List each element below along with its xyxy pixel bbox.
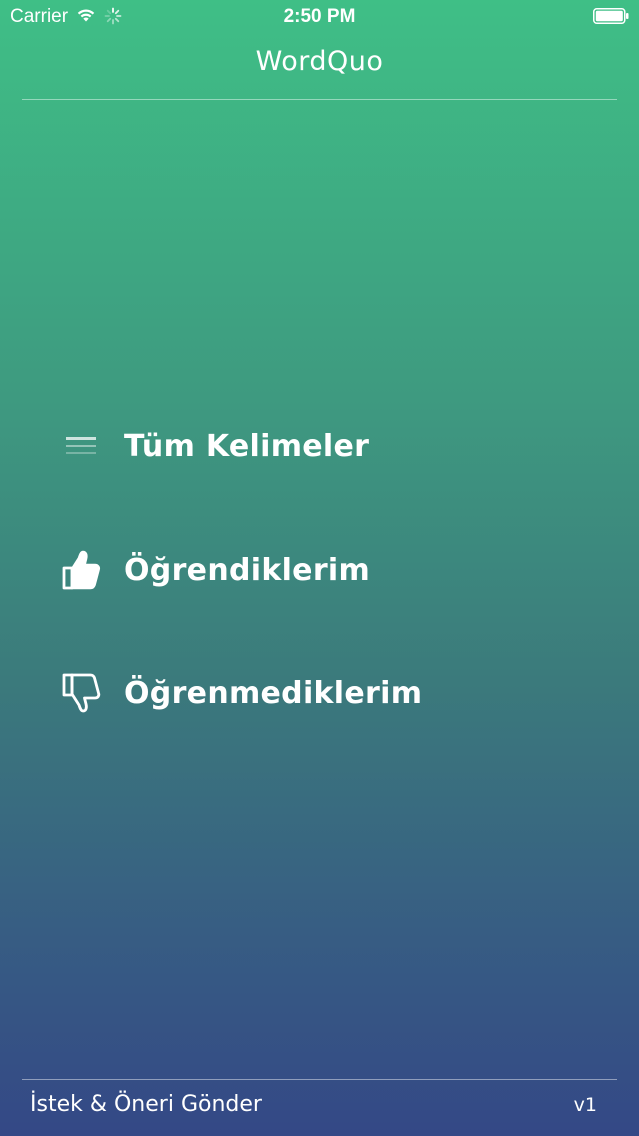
menu-item-not-learned[interactable]: Öğrenmediklerim — [60, 668, 422, 718]
menu-item-all-words[interactable]: Tüm Kelimeler — [60, 421, 369, 471]
app-title: WordQuo — [255, 46, 384, 77]
status-bar: Carrier 2:50 PM — [0, 0, 639, 34]
menu-item-label: Tüm Kelimeler — [124, 428, 370, 464]
status-time: 2:50 PM — [283, 6, 356, 27]
thumbs-up-icon — [60, 549, 102, 591]
battery-icon — [593, 8, 629, 24]
header-divider — [22, 99, 617, 100]
thumbs-down-icon — [60, 672, 102, 714]
menu-item-label: Öğrendiklerim — [124, 552, 371, 588]
app-screen: Carrier 2:50 PM WordQuo Tüm Kelimeler Öğ… — [0, 0, 639, 1136]
send-feedback-link[interactable]: İstek & Öneri Gönder — [30, 1092, 262, 1117]
version-label: v1 — [573, 1094, 597, 1116]
menu-item-learned[interactable]: Öğrendiklerim — [60, 545, 370, 595]
menu-item-label: Öğrenmediklerim — [124, 675, 423, 711]
list-icon — [60, 425, 102, 467]
footer-divider — [22, 1079, 617, 1080]
